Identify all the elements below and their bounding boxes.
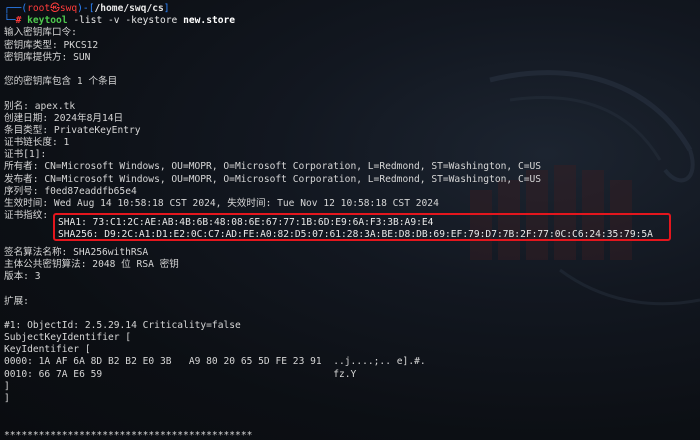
output-line: 您的密钥库包含 1 个条目 xyxy=(4,76,118,88)
output-line: #1: ObjectId: 2.5.29.14 Criticality=fals… xyxy=(4,319,241,331)
output-line: ] xyxy=(4,393,10,404)
output-line: 创建日期: 2024年8月14日 xyxy=(4,112,124,124)
output-line: ****************************************… xyxy=(4,429,253,440)
output-line: 条目类型: PrivateKeyEntry xyxy=(4,124,141,136)
sha1-fingerprint: SHA1: 73:C1:2C:AE:AB:4B:6B:48:08:6E:67:7… xyxy=(58,217,434,228)
output-line: 发布者: CN=Microsoft Windows, OU=MOPR, O=Mi… xyxy=(4,173,542,185)
terminal-window[interactable]: ┌──(root㉿swq)-[/home/swq/cs] └─# keytool… xyxy=(0,0,700,440)
output-line: 输入密钥库口令: xyxy=(4,27,77,39)
prompt-header: ┌──(root㉿swq)-[/home/swq/cs] xyxy=(4,3,170,14)
output-line: ] xyxy=(4,380,10,392)
output-line: 证书[1]: xyxy=(4,149,47,161)
output-line: 0000: 1A AF 6A 8D B2 B2 E0 3B A9 80 20 6… xyxy=(4,356,426,368)
command-line[interactable]: └─# keytool -list -v -keystore new.store xyxy=(4,15,700,27)
output-line: 版本: 3 xyxy=(4,271,41,283)
output-line: 密钥库类型: PKCS12 xyxy=(4,39,99,51)
output-line: 所有者: CN=Microsoft Windows, OU=MOPR, O=Mi… xyxy=(4,161,542,173)
command-name: keytool xyxy=(27,15,68,27)
sha256-fingerprint: SHA256: D9:2C:A1:D1:E2:0C:C7:AD:FE:A0:82… xyxy=(58,229,653,240)
output-line: 序列号: f0ed87eaddfb65e4 xyxy=(4,185,137,197)
output-line: 扩展: xyxy=(4,295,29,307)
output-line: 证书链长度: 1 xyxy=(4,137,70,149)
output-line: SubjectKeyIdentifier [ xyxy=(4,332,132,344)
output-line: 别名: apex.tk xyxy=(4,100,76,112)
output-line: KeyIdentifier [ xyxy=(4,344,91,356)
output-line: 签名算法名称: SHA256withRSA xyxy=(4,246,149,258)
output-line: 主体公共密钥算法: 2048 位 RSA 密钥 xyxy=(4,258,179,270)
output-line: 生效时间: Wed Aug 14 10:58:18 CST 2024, 失效时间… xyxy=(4,198,439,209)
output-line: 0010: 66 7A E6 59 fz.Y xyxy=(4,368,357,380)
output-line: 密钥库提供方: SUN xyxy=(4,51,91,63)
